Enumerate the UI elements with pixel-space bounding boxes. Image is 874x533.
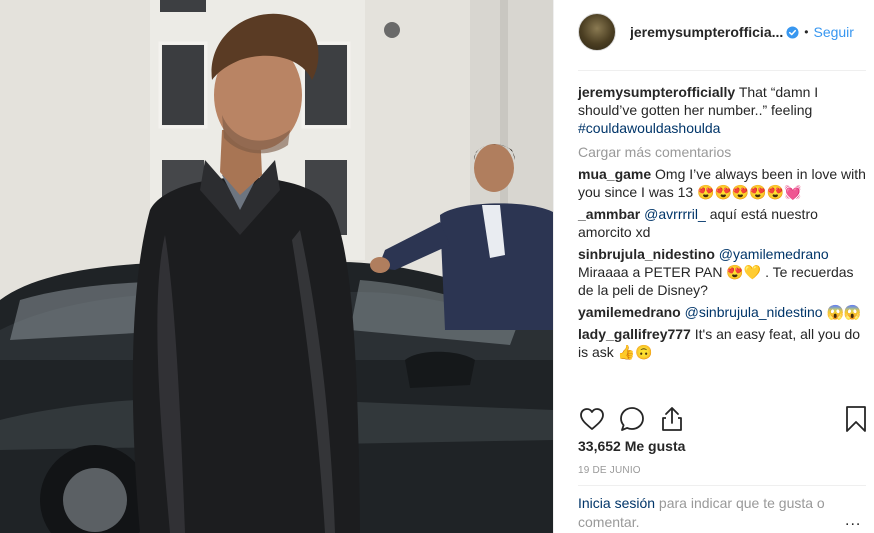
photo-illustration	[0, 0, 553, 533]
comment-item: mua_game Omg I’ve always been in love wi…	[578, 165, 868, 201]
comment-username[interactable]: _ammbar	[578, 206, 640, 222]
post-sidebar: jeremysumpterofficia... • Seguir jeremys…	[553, 0, 874, 533]
instagram-post: jeremysumpterofficia... • Seguir jeremys…	[0, 0, 874, 533]
bookmark-icon[interactable]	[842, 405, 870, 433]
caption-username[interactable]: jeremysumpterofficially	[578, 84, 735, 100]
comment-text: Miraaaa a PETER PAN 😍💛 . Te recuerdas de…	[578, 264, 854, 298]
avatar[interactable]	[578, 13, 616, 51]
caption-hashtag[interactable]: #couldawouldashoulda	[578, 120, 720, 136]
comments-list: jeremysumpterofficially That “damn I sho…	[578, 83, 868, 365]
more-options-button[interactable]: ...	[845, 513, 861, 529]
comment-username[interactable]: sinbrujula_nidestino	[578, 246, 715, 262]
comment-item: lady_gallifrey777 It's an easy feat, all…	[578, 325, 868, 361]
login-prompt: Inicia sesión para indicar que te gusta …	[578, 494, 858, 532]
action-bar	[578, 405, 866, 433]
caption: jeremysumpterofficially That “damn I sho…	[578, 83, 868, 137]
comment-username[interactable]: lady_gallifrey777	[578, 326, 691, 342]
comment-text: 😱😱	[822, 304, 862, 320]
load-more-comments[interactable]: Cargar más comentarios	[578, 143, 868, 161]
post-photo[interactable]	[0, 0, 553, 533]
comment-mention[interactable]: @yamilemedrano	[719, 246, 829, 262]
comment-username[interactable]: mua_game	[578, 166, 651, 182]
comment-icon[interactable]	[618, 405, 646, 433]
post-date: 19 DE JUNIO	[578, 465, 641, 476]
comment-mention[interactable]: @avrrrril_	[644, 206, 706, 222]
comment-item: _ammbar @avrrrril_ aquí está nuestro amo…	[578, 205, 868, 241]
heart-icon[interactable]	[578, 405, 606, 433]
comment-mention[interactable]: @sinbrujula_nidestino	[685, 304, 823, 320]
comment-username[interactable]: yamilemedrano	[578, 304, 681, 320]
comment-item: sinbrujula_nidestino @yamilemedrano Mira…	[578, 245, 868, 299]
login-link[interactable]: Inicia sesión	[578, 495, 655, 511]
header-username[interactable]: jeremysumpterofficia...	[630, 24, 783, 40]
divider	[578, 70, 866, 71]
share-icon[interactable]	[658, 405, 686, 433]
divider	[578, 485, 866, 486]
verified-badge-icon	[786, 25, 799, 39]
likes-count[interactable]: 33,652 Me gusta	[578, 438, 685, 454]
separator-dot: •	[804, 25, 809, 39]
comment-item: yamilemedrano @sinbrujula_nidestino 😱😱	[578, 303, 868, 321]
post-header: jeremysumpterofficia... • Seguir	[578, 12, 866, 52]
follow-button[interactable]: Seguir	[813, 24, 853, 40]
